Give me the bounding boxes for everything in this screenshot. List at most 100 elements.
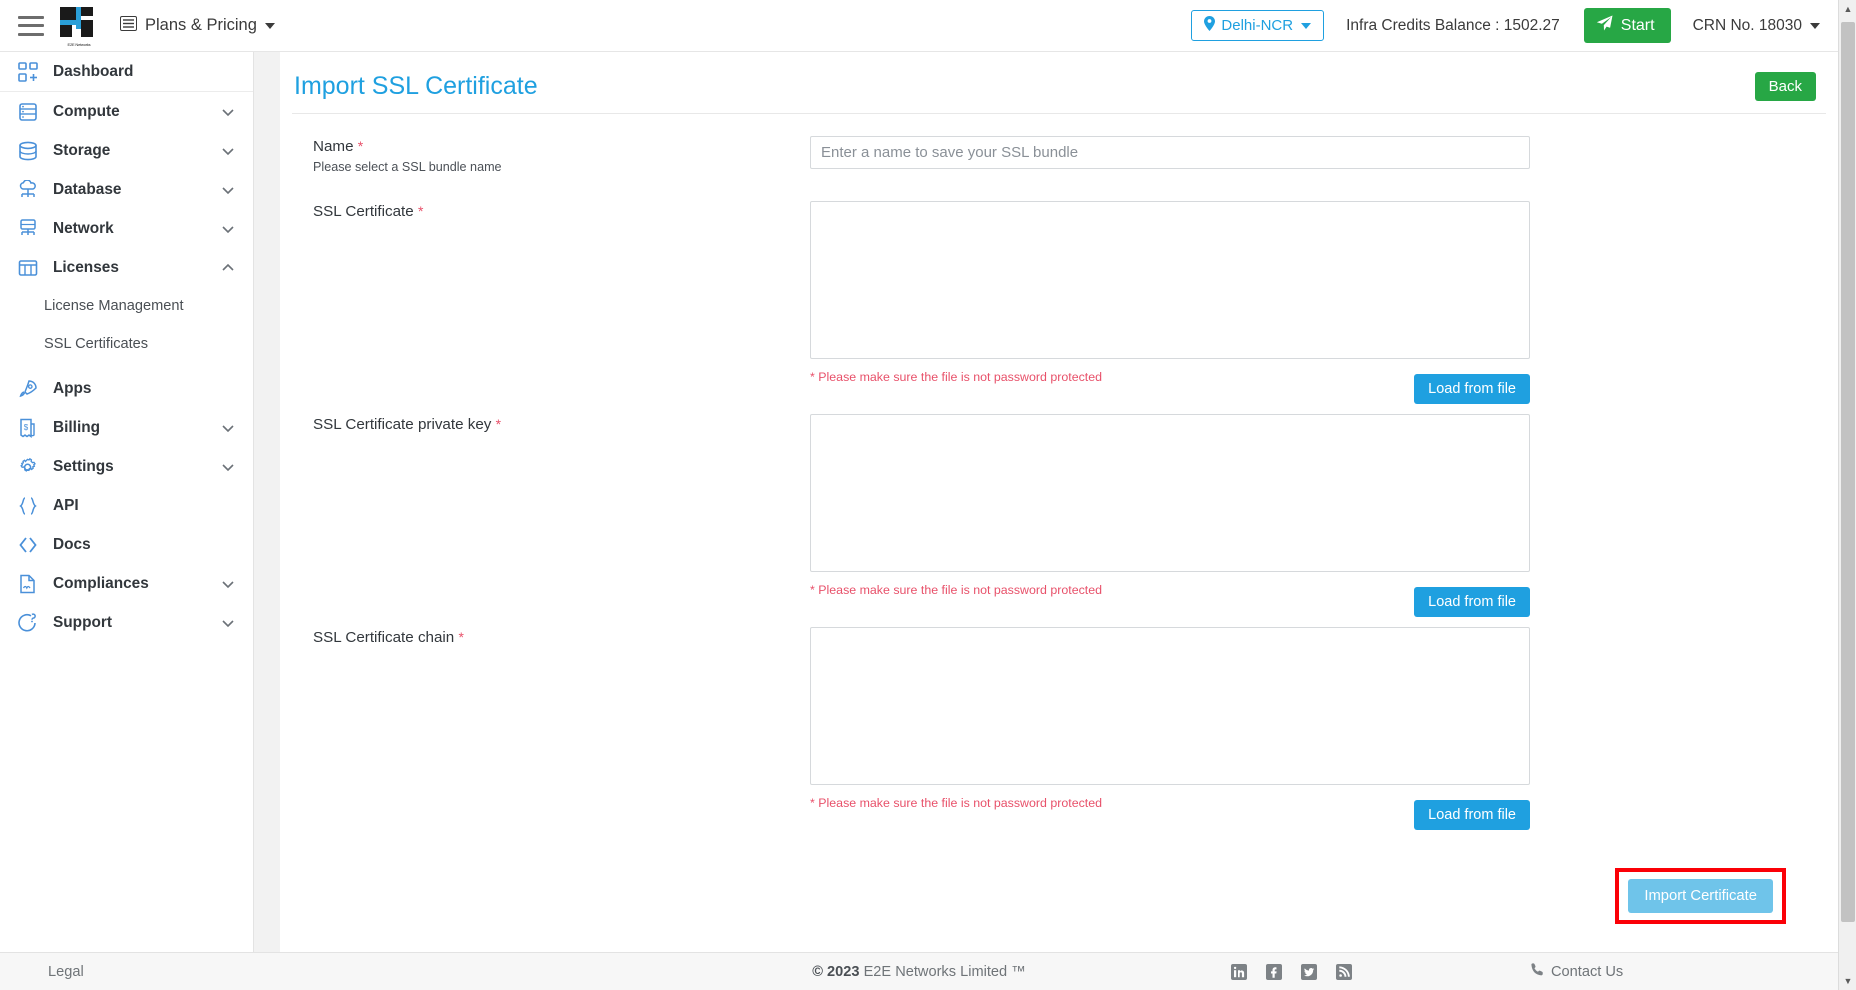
private-key-label-text: SSL Certificate private key	[313, 416, 492, 433]
name-label-column: Name * Please select a SSL bundle name	[308, 136, 810, 174]
load-certificate-from-file-button[interactable]: Load from file	[1414, 374, 1530, 404]
e2e-networks-logo[interactable]: E2E Networks	[60, 6, 98, 47]
required-marker: *	[495, 416, 502, 432]
sidebar-item-storage[interactable]: Storage	[0, 131, 253, 170]
plans-label: Plans & Pricing	[145, 16, 257, 34]
page-footer: Legal © 2023 E2E Networks Limited ™ Cont…	[0, 952, 1838, 990]
name-sublabel: Please select a SSL bundle name	[313, 160, 502, 174]
sidebar-item-support[interactable]: Support	[0, 603, 253, 642]
scrollbar-thumb[interactable]	[1841, 22, 1855, 922]
form-row-certificate: SSL Certificate * * Please make sure the…	[280, 201, 1838, 404]
ssl-private-key-textarea[interactable]	[810, 414, 1530, 572]
chevron-down-icon	[221, 183, 235, 197]
cloud-database-icon	[18, 179, 44, 201]
social-links	[1230, 963, 1352, 980]
import-ssl-form: Name * Please select a SSL bundle name S…	[280, 114, 1838, 924]
load-private-key-from-file-button[interactable]: Load from file	[1414, 587, 1530, 617]
back-button[interactable]: Back	[1754, 72, 1816, 101]
sidebar-item-api[interactable]: API	[0, 486, 253, 525]
scroll-down-arrow[interactable]: ▼	[1839, 972, 1856, 990]
phone-icon	[1530, 962, 1545, 981]
required-marker: *	[417, 203, 424, 219]
private-key-label: SSL Certificate private key *	[313, 416, 810, 433]
sidebar-item-compute[interactable]: Compute	[0, 92, 253, 131]
sidebar-item-license-management[interactable]: License Management	[0, 287, 253, 325]
ssl-certificate-textarea[interactable]	[810, 201, 1530, 359]
server-icon	[18, 101, 44, 123]
ssl-certificate-chain-textarea[interactable]	[810, 627, 1530, 785]
sidebar-item-database[interactable]: Database	[0, 170, 253, 209]
copyright-symbol: ©	[812, 963, 823, 980]
certificate-label-text: SSL Certificate	[313, 203, 414, 220]
braces-icon	[18, 495, 44, 517]
crn-selector[interactable]: CRN No. 18030	[1693, 17, 1820, 35]
sidebar-item-dashboard[interactable]: Dashboard	[0, 52, 253, 92]
chain-label-text: SSL Certificate chain	[313, 629, 455, 646]
sidebar-item-licenses[interactable]: Licenses	[0, 248, 253, 287]
chain-hint-row: * Please make sure the file is not passw…	[810, 794, 1530, 830]
chevron-down-icon	[1301, 22, 1312, 29]
private-key-hint-row: * Please make sure the file is not passw…	[810, 581, 1530, 617]
sidebar-nav: Dashboard Compute Storage Database Netwo…	[0, 52, 254, 952]
sidebar-item-network[interactable]: Network	[0, 209, 253, 248]
page-scrollbar[interactable]: ▲ ▼	[1838, 0, 1856, 990]
required-marker: *	[357, 138, 364, 154]
network-node-icon	[18, 218, 44, 240]
private-key-hint: * Please make sure the file is not passw…	[810, 583, 1103, 597]
database-stack-icon	[18, 140, 44, 162]
ssl-bundle-name-input[interactable]	[810, 136, 1530, 169]
sidebar-label: API	[53, 496, 79, 514]
private-key-label-column: SSL Certificate private key *	[308, 414, 810, 433]
contact-us-label: Contact Us	[1551, 963, 1624, 980]
sidebar-item-compliances[interactable]: Compliances	[0, 564, 253, 603]
scroll-up-arrow[interactable]: ▲	[1839, 0, 1856, 18]
twitter-icon[interactable]	[1300, 963, 1317, 980]
chain-label: SSL Certificate chain *	[313, 629, 810, 646]
contact-us-link[interactable]: Contact Us	[1530, 962, 1623, 981]
gear-icon	[18, 456, 44, 478]
content-gutter	[254, 52, 280, 952]
sidebar-item-docs[interactable]: Docs	[0, 525, 253, 564]
sidebar-item-apps[interactable]: Apps	[0, 369, 253, 408]
sidebar-label: Compliances	[53, 574, 149, 592]
sidebar-label: Apps	[53, 379, 92, 397]
hamburger-menu-icon[interactable]	[18, 15, 44, 36]
import-certificate-button[interactable]: Import Certificate	[1628, 879, 1773, 913]
chevron-up-icon	[221, 261, 235, 275]
required-marker: *	[458, 629, 464, 645]
load-chain-from-file-button[interactable]: Load from file	[1414, 800, 1530, 830]
chevron-down-icon	[221, 460, 235, 474]
rocket-icon	[18, 378, 44, 400]
support-question-icon	[18, 612, 44, 634]
svg-text:$: $	[24, 423, 29, 432]
legal-link[interactable]: Legal	[48, 964, 84, 980]
sidebar-item-billing[interactable]: $ Billing	[0, 408, 253, 447]
app-window: E2E Networks Plans & Pricing Delhi-NCR I…	[0, 0, 1856, 990]
rss-icon[interactable]	[1335, 963, 1352, 980]
sidebar-label: Compute	[53, 102, 120, 120]
certificate-hint-row: * Please make sure the file is not passw…	[810, 368, 1530, 404]
sidebar-label: Storage	[53, 141, 111, 159]
chevron-down-icon	[1810, 22, 1820, 29]
start-button[interactable]: Start	[1583, 8, 1671, 43]
region-selector[interactable]: Delhi-NCR	[1191, 10, 1325, 41]
sidebar-item-settings[interactable]: Settings	[0, 447, 253, 486]
certificate-hint: * Please make sure the file is not passw…	[810, 370, 1103, 384]
sidebar-label: Billing	[53, 418, 101, 436]
facebook-icon[interactable]	[1265, 963, 1282, 980]
main-content: Import SSL Certificate Back Name * Pleas…	[280, 52, 1838, 952]
license-grid-icon	[18, 257, 44, 279]
import-button-highlight: Import Certificate	[1615, 868, 1786, 924]
map-pin-icon	[1204, 16, 1216, 35]
name-field-column	[810, 136, 1530, 169]
sidebar-sublabel: SSL Certificates	[44, 336, 149, 352]
linkedin-icon[interactable]	[1230, 963, 1247, 980]
chevron-down-icon	[264, 22, 275, 29]
plans-and-pricing-menu[interactable]: Plans & Pricing	[120, 15, 275, 36]
sidebar-label: Database	[53, 180, 122, 198]
sidebar-label: Docs	[53, 535, 91, 553]
sidebar-item-ssl-certificates[interactable]: SSL Certificates	[0, 325, 253, 363]
top-header: E2E Networks Plans & Pricing Delhi-NCR I…	[0, 0, 1838, 52]
chain-hint: * Please make sure the file is not passw…	[810, 796, 1103, 810]
chain-label-column: SSL Certificate chain *	[308, 627, 810, 646]
